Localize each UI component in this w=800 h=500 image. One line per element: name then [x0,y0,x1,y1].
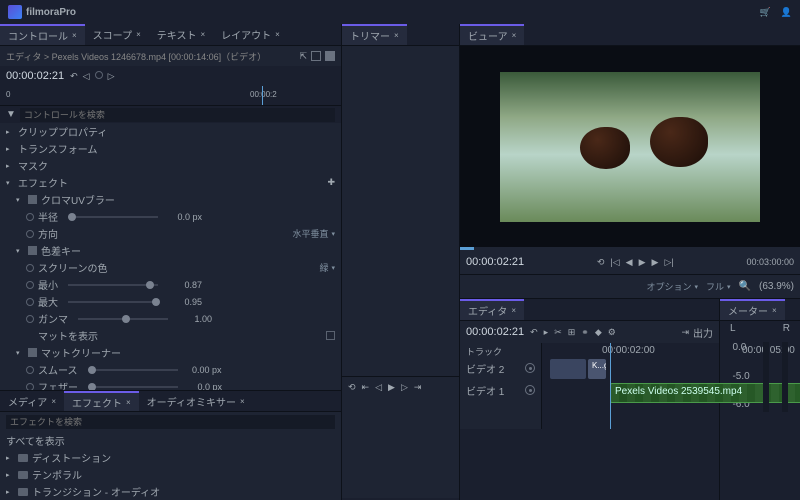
viewer-timecode[interactable]: 00:00:02:21 [466,256,524,268]
feather-slider[interactable] [88,386,178,388]
folder-temporal[interactable]: ▸テンポラル [0,466,341,483]
group-clip-props[interactable]: クリッププロパティ [18,124,107,139]
tab-text[interactable]: テキスト× [149,24,213,45]
folder-distortion[interactable]: ▸ディストーション [0,449,341,466]
prev-frame-icon[interactable]: ◀ [626,257,633,268]
tab-trimmer[interactable]: トリマー× [342,24,407,45]
tab-viewer[interactable]: ビューア× [460,24,524,45]
add-effect-icon[interactable]: ✚ [327,177,335,188]
undo-icon[interactable]: ↶ [530,327,538,338]
control-ruler[interactable]: 0 00:00:2 [0,86,341,106]
next-frame-icon[interactable]: ▷ [401,382,408,393]
keyframe-icon[interactable] [95,71,103,79]
editor-timecode[interactable]: 00:00:02:21 [466,326,524,338]
play-icon[interactable]: ▶ [639,257,646,268]
next-frame-icon[interactable]: ▶ [652,257,659,268]
expand-icon[interactable]: ⇱ [299,51,307,62]
clip-video1[interactable]: Pexels Videos 2539545.mp4 [610,383,800,403]
next-kf-icon[interactable]: ▷ [108,71,115,82]
viewer-duration: 00:03:00:00 [746,257,794,267]
kf-toggle[interactable] [26,213,34,221]
effect-chroma-blur[interactable]: クロマUVブラー [41,192,115,207]
export-icon[interactable]: ⇥ [681,327,689,338]
loop-icon[interactable]: ⟲ [597,257,605,268]
clip-video2b[interactable]: K...g [588,359,606,379]
clip-video2a[interactable] [550,359,586,379]
tab-layout[interactable]: レイアウト× [213,24,288,45]
show-matte-checkbox[interactable] [326,331,335,340]
control-timecode[interactable]: 00:00:02:21 [6,70,64,82]
effect-color-diff[interactable]: 色差キー [41,243,81,258]
tab-media[interactable]: メディア× [0,391,64,411]
razor-icon[interactable]: ✂ [554,327,562,338]
link-icon[interactable]: ⚭ [581,327,589,338]
group-mask[interactable]: マスク [18,158,48,173]
track-header: トラック [460,343,541,357]
app-logo: filmoraPro [8,5,76,19]
play-icon[interactable]: ▶ [388,382,395,393]
group-transform[interactable]: トランスフォーム [18,141,98,156]
settings-icon[interactable]: ⚙ [608,327,616,338]
tab-effects[interactable]: エフェクト× [64,391,139,411]
playhead[interactable] [262,86,263,105]
trimmer-canvas[interactable] [342,46,459,376]
track-video1[interactable]: ビデオ 1 [460,379,541,401]
direction-select[interactable]: 水平垂直 [292,227,335,240]
chevron-right-icon[interactable]: ▸ [6,128,14,136]
cursor-icon[interactable]: ▸ [544,327,549,338]
tab-meters[interactable]: メーター× [720,299,785,320]
undo-icon[interactable]: ↶ [70,71,78,82]
prev-kf-icon[interactable]: ◁ [83,71,90,82]
eye-icon[interactable] [525,363,535,373]
gamma-slider[interactable] [78,318,168,320]
timeline-playhead[interactable] [610,343,611,429]
marker-icon[interactable]: ◆ [595,327,602,338]
cart-icon[interactable]: 🛒 [760,7,771,18]
tab-audio-mixer[interactable]: オーディオミキサー× [139,391,253,411]
go-start-icon[interactable]: |◁ [610,257,619,268]
user-icon[interactable]: 👤 [781,7,792,18]
group-effects[interactable]: エフェクト [18,175,68,190]
filter-icon[interactable]: ▼ [6,109,16,120]
breadcrumb: エディタ > Pexels Videos 1246678.mp4 [00:00:… [6,50,266,63]
view-toggle2-icon[interactable] [325,51,335,61]
min-slider[interactable] [68,284,158,286]
viewer-canvas[interactable] [460,46,800,247]
effects-search-input[interactable] [6,415,335,429]
viewer-zoom[interactable]: (63.9%) [759,281,794,292]
go-start-icon[interactable]: ⇤ [362,382,370,393]
effect-toggle[interactable] [28,195,37,204]
zoom-out-icon[interactable]: 🔍 [739,281,751,292]
tab-scope[interactable]: スコープ× [85,24,149,45]
trimmer-lower [342,398,459,498]
folder-icon [18,454,28,462]
close-icon[interactable]: × [72,31,77,40]
radius-slider[interactable] [68,216,158,218]
snap-icon[interactable]: ⊞ [568,327,576,338]
timeline-canvas[interactable]: 00:00:02:0000:00:05:00 K...g Pexels Vide… [542,343,719,429]
screen-color-select[interactable]: 緑 [319,261,335,274]
go-end-icon[interactable]: ▷| [664,257,673,268]
control-search-input[interactable] [20,108,335,122]
folder-transition-audio[interactable]: ▸トランジション - オーディオ [0,483,341,500]
chevron-down-icon[interactable]: ▾ [6,179,14,187]
eye-icon[interactable] [525,385,535,395]
viewer-full[interactable]: フル [706,280,731,293]
loop-icon[interactable]: ⟲ [348,382,356,393]
go-end-icon[interactable]: ⇥ [414,382,422,393]
radius-value[interactable]: 0.0 px [168,212,202,222]
tab-editor[interactable]: エディタ× [460,299,524,320]
max-slider[interactable] [68,301,158,303]
tab-control[interactable]: コントロール× [0,24,85,45]
prev-frame-icon[interactable]: ◁ [375,382,382,393]
effect-matte-cleaner[interactable]: マットクリーナー [41,345,121,360]
view-toggle-icon[interactable] [311,51,321,61]
show-all-item[interactable]: すべてを表示 [0,432,341,449]
smooth-slider[interactable] [88,369,178,371]
viewer-options[interactable]: オプション [646,280,698,293]
track-video2[interactable]: ビデオ 2 [460,357,541,379]
